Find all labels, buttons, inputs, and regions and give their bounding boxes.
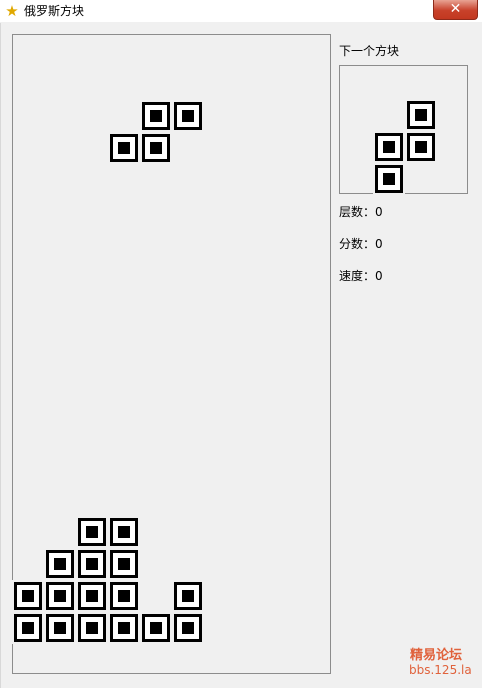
stacked-block [76, 580, 108, 612]
stacked-block [76, 548, 108, 580]
next-piece-block [373, 163, 405, 195]
stacked-block [12, 580, 44, 612]
falling-block [108, 132, 140, 164]
stacked-block [76, 612, 108, 644]
stacked-block [76, 516, 108, 548]
falling-block [140, 100, 172, 132]
next-piece-block [405, 131, 437, 163]
stacked-block [172, 612, 204, 644]
score-readout: 分数：0 [339, 237, 383, 251]
next-piece-block [405, 99, 437, 131]
watermark-url: bbs.125.la [409, 663, 472, 677]
stacked-block [44, 548, 76, 580]
stacked-block [108, 580, 140, 612]
stacked-block [12, 612, 44, 644]
stacked-block [172, 580, 204, 612]
close-button[interactable]: ✕ [433, 0, 478, 20]
game-board[interactable] [12, 34, 331, 674]
speed-label: 速度： [339, 269, 376, 283]
stacked-block [108, 612, 140, 644]
level-value: 0 [375, 205, 383, 219]
app-star-icon: ★ [5, 2, 19, 20]
falling-block [172, 100, 204, 132]
stacked-block [44, 580, 76, 612]
speed-value: 0 [375, 269, 383, 283]
window-title: 俄罗斯方块 [24, 4, 85, 18]
stacked-block [108, 548, 140, 580]
level-label: 层数： [339, 205, 376, 219]
title-bar: ★ 俄罗斯方块 ✕ [0, 0, 482, 23]
score-label: 分数： [339, 237, 376, 251]
watermark-text: 精易论坛 [410, 648, 463, 663]
score-value: 0 [375, 237, 383, 251]
speed-readout: 速度：0 [339, 269, 383, 283]
stacked-block [108, 516, 140, 548]
falling-block [140, 132, 172, 164]
next-piece-preview [339, 65, 468, 195]
next-piece-label: 下一个方块 [339, 44, 400, 58]
level-readout: 层数：0 [339, 205, 383, 219]
stacked-block [44, 612, 76, 644]
stacked-block [140, 612, 172, 644]
next-piece-block [373, 131, 405, 163]
